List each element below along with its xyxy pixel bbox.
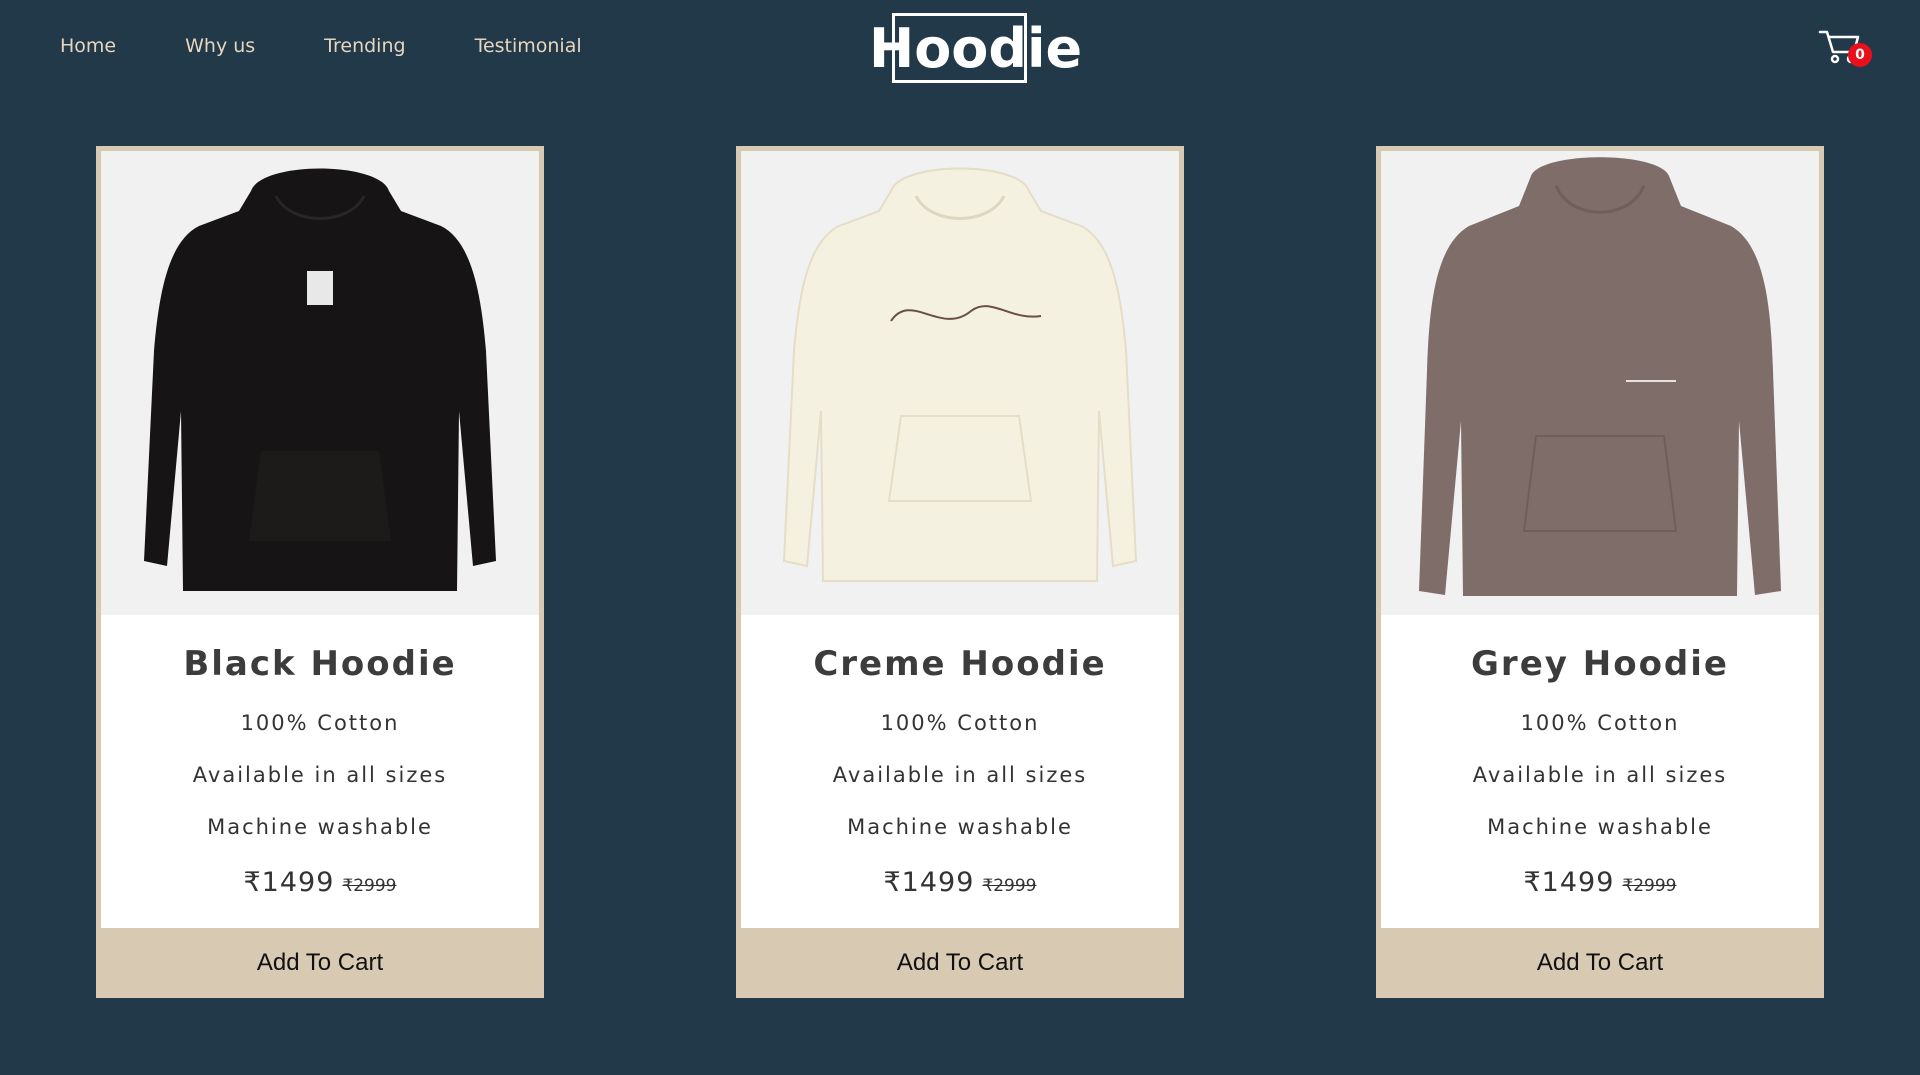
old-price: ₹2999 xyxy=(1622,876,1677,896)
price: ₹1499 xyxy=(1523,867,1615,898)
nav-links: Home Why us Trending Testimonial xyxy=(60,35,651,57)
cart-button[interactable]: 0 xyxy=(1818,28,1876,72)
product-feature: Machine washable xyxy=(847,815,1073,839)
hoodie-shape xyxy=(782,167,1138,582)
product-feature: Available in all sizes xyxy=(1472,763,1728,787)
old-price: ₹2999 xyxy=(982,876,1037,896)
product-title: Creme Hoodie xyxy=(813,644,1107,684)
product-card-creme: Creme Hoodie 100% Cotton Available in al… xyxy=(736,146,1184,998)
logo[interactable]: Hoodie xyxy=(869,13,1082,83)
price: ₹1499 xyxy=(243,867,335,898)
add-to-cart-button[interactable]: Add To Cart xyxy=(1376,928,1824,998)
product-image-black-hoodie[interactable] xyxy=(101,151,539,615)
nav-link-why-us[interactable]: Why us xyxy=(185,35,255,57)
nav-link-home[interactable]: Home xyxy=(60,35,116,57)
product-feature: 100% Cotton xyxy=(240,711,400,735)
product-feature: 100% Cotton xyxy=(1520,711,1680,735)
nav-link-trending[interactable]: Trending xyxy=(324,35,405,57)
product-feature: Available in all sizes xyxy=(832,763,1088,787)
logo-text: Hoodie xyxy=(869,17,1083,80)
product-image-creme-hoodie[interactable] xyxy=(741,151,1179,615)
navbar: Home Why us Trending Testimonial Hoodie … xyxy=(0,0,1920,100)
price-row: ₹1499 ₹2999 xyxy=(741,867,1179,898)
add-to-cart-button[interactable]: Add To Cart xyxy=(96,928,544,998)
price: ₹1499 xyxy=(883,867,975,898)
nav-link-testimonial[interactable]: Testimonial xyxy=(475,35,582,57)
product-feature: Machine washable xyxy=(1487,815,1713,839)
product-title: Grey Hoodie xyxy=(1471,644,1729,684)
price-row: ₹1499 ₹2999 xyxy=(101,867,539,898)
cart-count-badge: 0 xyxy=(1848,43,1872,67)
old-price: ₹2999 xyxy=(342,876,397,896)
product-feature: Available in all sizes xyxy=(192,763,448,787)
product-card-grey: Grey Hoodie 100% Cotton Available in all… xyxy=(1376,146,1824,998)
price-row: ₹1499 ₹2999 xyxy=(1381,867,1819,898)
product-feature: 100% Cotton xyxy=(880,711,1040,735)
product-title: Black Hoodie xyxy=(183,644,457,684)
product-image-grey-hoodie[interactable] xyxy=(1381,151,1819,615)
product-card-black: Black Hoodie 100% Cotton Available in al… xyxy=(96,146,544,998)
add-to-cart-button[interactable]: Add To Cart xyxy=(736,928,1184,998)
product-feature: Machine washable xyxy=(207,815,433,839)
